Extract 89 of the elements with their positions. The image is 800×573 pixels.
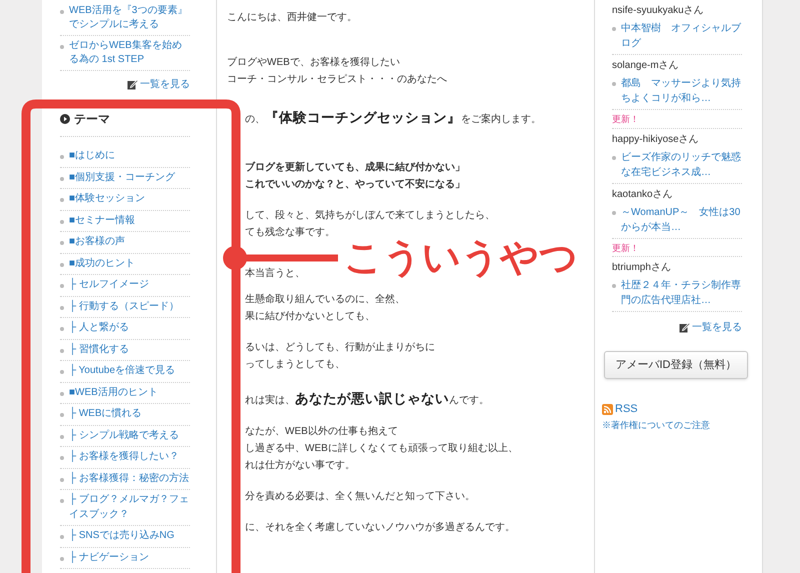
blog-author: kaotankoさん — [612, 188, 673, 202]
article-text: ても残念な事です。 — [245, 226, 335, 240]
bullet-icon — [60, 348, 64, 352]
bullet-icon — [60, 306, 64, 310]
post-link[interactable]: WEB活用を『3つの要素』でシンプルに考える — [69, 4, 190, 32]
category-link[interactable]: ■はじめに — [69, 149, 116, 164]
bullet-icon — [612, 82, 616, 86]
article-text: ってしまうとしても、 — [245, 358, 345, 372]
annotation-label: こういうやつ — [344, 239, 578, 277]
pencil-icon — [679, 322, 690, 333]
bullet-icon — [60, 10, 64, 14]
blog-author: btriumphさん — [612, 261, 671, 275]
category-link[interactable]: ├ セルフイメージ — [69, 278, 149, 292]
article-text: ブログやWEBで、お客様を獲得したい — [227, 56, 400, 70]
copyright-notice-link[interactable]: ※著作権についてのご注意 — [602, 418, 742, 432]
bullet-icon — [612, 156, 616, 160]
bullet-icon — [60, 176, 64, 180]
play-circle-icon — [60, 114, 70, 124]
bullet-icon — [60, 413, 64, 417]
bullet-icon — [60, 327, 64, 331]
bullet-icon — [60, 155, 64, 159]
bullet-icon — [612, 27, 616, 31]
bullet-icon — [612, 284, 616, 288]
article-text: 本当言うと、 — [245, 266, 305, 281]
view-list-link[interactable]: 一覧を見る — [679, 320, 742, 335]
bullet-icon — [60, 556, 64, 560]
blog-author: happy-hikiyoseさん — [612, 132, 699, 146]
category-link[interactable]: ■成功のヒント — [69, 256, 136, 271]
bullet-icon — [60, 456, 64, 460]
register-button[interactable]: アメーバID登録（無料） — [604, 351, 748, 379]
category-link[interactable]: ■お客様の声 — [69, 235, 126, 250]
category-link[interactable]: ├ ナビゲーション — [69, 550, 149, 565]
bullet-icon — [60, 392, 64, 396]
category-link[interactable]: ├ Youtubeを倍速で見る — [69, 364, 176, 378]
article-text: の、『体験コーチングセッション』をご案内します。 — [245, 109, 541, 127]
post-link[interactable]: 都島 マッサージより気持ちよくコリが和ら… — [621, 76, 742, 106]
article-text: こんにちは、西井健一です。 — [227, 10, 357, 25]
article-text: コーチ・コンサル・セラピスト・・・のあなたへ — [227, 73, 447, 87]
post-link[interactable]: ～WomanUP～ 女性は30からが本当… — [621, 204, 742, 234]
post-link[interactable]: 中本智樹 オフィシャルブログ — [621, 21, 742, 51]
bullet-icon — [612, 210, 616, 214]
article-text: れは実は、あなたが悪い訳じゃないんです。 — [245, 390, 489, 408]
article-text: れは仕方がない事です。 — [245, 458, 355, 473]
article-text: して、段々と、気持ちがしぼんで来てしまうとしたら、 — [245, 208, 495, 223]
category-link[interactable]: ■体験セッション — [69, 192, 146, 206]
category-link[interactable]: ├ SNSでは売り込みNG — [69, 529, 174, 544]
category-link[interactable]: ├ 人と繋がる — [69, 321, 129, 336]
article-text: に、それを全く考慮していないノウハウが多過ぎるんです。 — [245, 520, 515, 535]
post-link[interactable]: ゼロからWEB集客を始める為の 1st STEP — [69, 39, 190, 67]
article-text: し過ぎる中、WEBに詳しくなくても頑張って取り組む以上、 — [245, 442, 518, 456]
rss-icon — [602, 404, 613, 415]
bullet-icon — [60, 535, 64, 539]
article-text: るいは、どうしても、行動が止まりがちに — [245, 340, 435, 355]
category-link[interactable]: ■WEB活用のヒント — [69, 386, 158, 400]
pencil-icon — [127, 79, 138, 90]
view-list-link[interactable]: 一覧を見る — [127, 77, 190, 92]
blog-author: solange-mさん — [612, 59, 679, 73]
post-link[interactable]: ビーズ作家のリッチで魅惑な在宅ビジネス成… — [621, 150, 742, 180]
bullet-icon — [60, 220, 64, 224]
bullet-icon — [60, 370, 64, 374]
update-label: 更新！ — [612, 110, 742, 128]
bullet-icon — [60, 434, 64, 438]
category-link[interactable]: ├ お客様獲得：秘密の方法 — [69, 472, 189, 486]
category-link[interactable]: ├ シンプル戦略で考える — [69, 428, 179, 443]
category-link[interactable]: ├ 行動する（スピード） — [69, 300, 179, 314]
article-text: 果に結び付かないとしても、 — [245, 310, 375, 324]
update-label: 更新！ — [612, 238, 742, 257]
article-text: 分を責める必要は、全く無いんだと知って下さい。 — [245, 490, 475, 504]
category-link[interactable]: ├ ブログ？メルマガ？フェイスブック？ — [69, 493, 190, 522]
category-link[interactable]: ■個別支援・コーチング — [69, 170, 176, 185]
category-link[interactable]: ├ WEBに慣れる — [69, 407, 142, 422]
bullet-icon — [60, 45, 64, 49]
bullet-icon — [60, 499, 64, 503]
rss-link[interactable]: RSS — [615, 401, 638, 418]
article-text: なたが、WEB以外の仕事も抱えて — [245, 424, 398, 439]
article-text: ブログを更新していても、成果に結び付かない」 — [245, 160, 465, 175]
article-text: 生懸命取り組んでいるのに、全然、 — [245, 292, 405, 307]
category-link[interactable]: ├ お客様を獲得したい？ — [69, 450, 179, 464]
bullet-icon — [60, 241, 64, 245]
category-link[interactable]: ■セミナー情報 — [69, 214, 136, 228]
bullet-icon — [60, 262, 64, 266]
article-text: これでいいのかな？と、やっていて不安になる」 — [245, 177, 465, 192]
category-link[interactable]: ├ 習慣化する — [69, 342, 129, 357]
post-link[interactable]: 社歴２４年・チラシ制作専門の広告代理店社… — [621, 278, 742, 308]
blog-author: nsife-syuukyakuさん — [612, 4, 704, 18]
bullet-icon — [60, 284, 64, 288]
section-heading: テーマ — [74, 111, 110, 128]
bullet-icon — [60, 198, 64, 202]
bullet-icon — [60, 478, 64, 482]
